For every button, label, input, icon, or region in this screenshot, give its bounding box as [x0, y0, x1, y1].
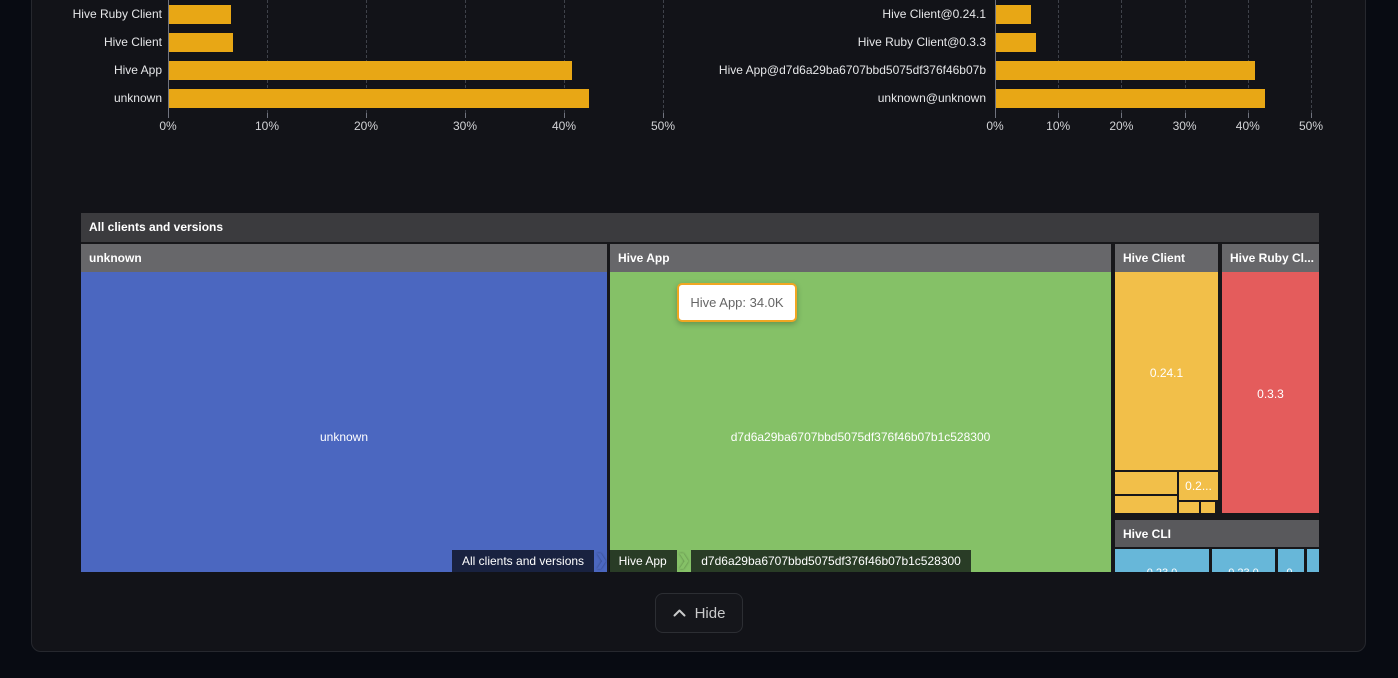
category-label: unknown@unknown	[700, 90, 986, 106]
x-axis-tick	[1248, 113, 1249, 118]
category-label: Hive App	[20, 62, 162, 78]
treemap-node-hive-cli-version[interactable]: 0.	[1278, 549, 1304, 572]
treemap-section-unknown-header[interactable]: unknown	[81, 244, 607, 272]
treemap-tooltip-text: Hive App: 34.0K	[690, 295, 783, 310]
x-tick-label: 40%	[1218, 119, 1278, 134]
chevron-up-icon	[673, 609, 686, 617]
treemap-node-hive-client-0-24-1[interactable]: 0.24.1	[1115, 272, 1218, 470]
treemap-node-hive-client-minor-3[interactable]	[1179, 502, 1199, 513]
treemap-node-hive-ruby-0-3-3-label: 0.3.3	[1222, 386, 1319, 402]
treemap-node-unknown[interactable]: unknown	[81, 272, 607, 572]
treemap-section-hive-cli-header[interactable]: Hive CLI	[1115, 520, 1319, 547]
bar[interactable]	[996, 61, 1255, 80]
treemap-node-hive-cli-version-label: 0.23.0	[1212, 565, 1275, 572]
x-tick-label: 0%	[138, 119, 198, 134]
bar[interactable]	[996, 33, 1036, 52]
treemap-node-hive-cli-version-label: 0.	[1278, 565, 1304, 572]
category-label: Hive Ruby Client	[20, 6, 162, 22]
treemap-node-hive-client-0-24-1-label: 0.24.1	[1115, 365, 1218, 381]
x-tick-label: 0%	[965, 119, 1025, 134]
x-tick-label: 50%	[1281, 119, 1341, 134]
x-axis-tick	[564, 113, 565, 118]
x-tick-label: 30%	[1155, 119, 1215, 134]
x-gridline	[1311, 0, 1312, 113]
x-tick-label: 30%	[435, 119, 495, 134]
treemap-node-hive-cli-version[interactable]: 0.23.0	[1212, 549, 1275, 572]
category-label: unknown	[20, 90, 162, 106]
x-tick-label: 10%	[1028, 119, 1088, 134]
bar[interactable]	[169, 5, 231, 24]
x-gridline	[663, 0, 664, 113]
treemap-node-hive-cli-version-label: 0.23.0	[1115, 565, 1209, 572]
treemap-node-hive-client-minor-2[interactable]	[1115, 496, 1177, 513]
breadcrumb-item[interactable]: Hive App	[609, 550, 677, 572]
x-axis-tick	[1185, 113, 1186, 118]
treemap-node-unknown-label: unknown	[81, 429, 607, 445]
treemap-section-hive-ruby-client-header[interactable]: Hive Ruby Cl...	[1222, 244, 1319, 272]
hide-button-label: Hide	[695, 605, 726, 622]
category-label: Hive Ruby Client@0.3.3	[700, 34, 986, 50]
x-axis-tick	[1121, 113, 1122, 118]
treemap-root-header[interactable]: All clients and versions	[81, 213, 1319, 242]
treemap-node-hive-cli-version[interactable]: 0.23.0	[1115, 549, 1209, 572]
treemap-section-hive-client-header[interactable]: Hive Client	[1115, 244, 1218, 272]
x-tick-label: 20%	[336, 119, 396, 134]
x-axis-tick	[465, 113, 466, 118]
breadcrumb-chevron-icon: ❯	[678, 550, 691, 572]
x-axis-tick	[366, 113, 367, 118]
bar[interactable]	[996, 5, 1031, 24]
category-label: Hive Client@0.24.1	[700, 6, 986, 22]
category-label: Hive App@d7d6a29ba6707bbd5075df376f46b07…	[700, 62, 986, 78]
breadcrumb-item[interactable]: All clients and versions	[452, 550, 594, 572]
x-axis-tick	[995, 113, 996, 118]
clients-versions-treemap: All clients and versions unknown unknown…	[81, 213, 1319, 572]
treemap-node-hive-client-0-2x[interactable]: 0.2...	[1179, 472, 1218, 500]
treemap-node-hive-client-minor-4[interactable]	[1201, 502, 1215, 513]
treemap-tooltip: Hive App: 34.0K	[677, 283, 797, 322]
x-tick-label: 40%	[534, 119, 594, 134]
bar[interactable]	[169, 89, 589, 108]
category-label: Hive Client	[20, 34, 162, 50]
hide-button[interactable]: Hide	[655, 593, 743, 633]
x-axis-tick	[1058, 113, 1059, 118]
breadcrumb-chevron-icon: ❯	[595, 550, 608, 572]
x-tick-label: 50%	[633, 119, 693, 134]
x-axis-tick	[267, 113, 268, 118]
x-axis-tick	[168, 113, 169, 118]
breadcrumb: All clients and versions❯Hive App❯d7d6a2…	[452, 550, 971, 572]
treemap-node-hive-client-minor-1[interactable]	[1115, 472, 1177, 494]
breadcrumb-item[interactable]: d7d6a29ba6707bbd5075df376f46b07b1c528300	[691, 550, 971, 572]
x-tick-label: 20%	[1091, 119, 1151, 134]
bar[interactable]	[169, 33, 233, 52]
treemap-section-hive-app-header[interactable]: Hive App	[610, 244, 1111, 272]
bar[interactable]	[169, 61, 572, 80]
x-axis-tick	[663, 113, 664, 118]
bar[interactable]	[996, 89, 1265, 108]
treemap-node-hive-client-0-2x-label: 0.2...	[1179, 478, 1218, 494]
treemap-node-hive-ruby-0-3-3[interactable]: 0.3.3	[1222, 272, 1319, 513]
treemap-node-hive-cli-version[interactable]	[1307, 549, 1319, 572]
x-tick-label: 10%	[237, 119, 297, 134]
x-axis-tick	[1311, 113, 1312, 118]
treemap-node-hive-app-label: d7d6a29ba6707bbd5075df376f46b07b1c528300	[610, 429, 1111, 445]
